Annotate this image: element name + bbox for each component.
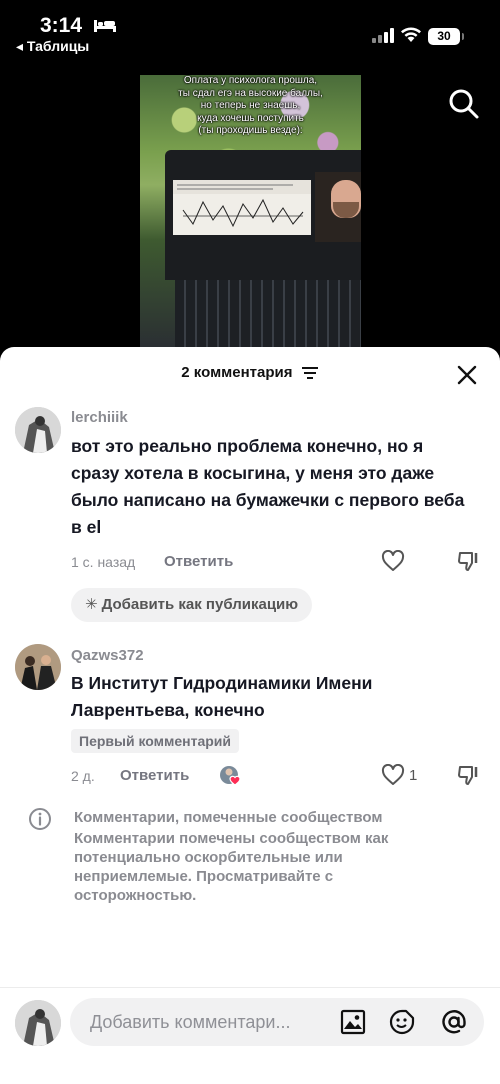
like-count: 1 (409, 767, 418, 784)
close-icon[interactable] (456, 364, 478, 386)
comment-input-container[interactable] (70, 998, 484, 1046)
back-to-app-link[interactable]: ◂ Таблицы (16, 38, 89, 55)
laptop-screen (173, 180, 311, 235)
cellular-signal-icon (372, 28, 394, 43)
comment-username[interactable]: Qazws372 (71, 647, 144, 664)
heart-icon[interactable] (381, 764, 405, 786)
add-as-post-label: Добавить как публикацию (101, 596, 299, 613)
status-bar: 3:14 ◂ Таблицы 30 (0, 0, 500, 60)
comments-count-title: 2 комментария (181, 364, 293, 381)
caption-line: Оплата у психолога прошла, (183, 75, 318, 86)
sparkle-icon: ✳ (85, 596, 98, 613)
caption-line: но теперь не знаешь, (200, 100, 301, 111)
info-icon[interactable] (28, 807, 52, 831)
comment-input[interactable] (90, 1010, 330, 1034)
avatar[interactable] (15, 407, 61, 453)
comment-time: 2 д. (71, 768, 95, 784)
creator-liked-icon (220, 766, 241, 786)
image-icon[interactable] (340, 1009, 366, 1035)
search-icon[interactable] (448, 88, 480, 120)
emoji-icon[interactable] (389, 1009, 415, 1035)
heart-icon[interactable] (381, 550, 405, 572)
reply-button[interactable]: Ответить (164, 553, 233, 570)
dislike-icon[interactable] (457, 764, 481, 786)
comments-header: 2 комментария (0, 364, 500, 381)
comment-username[interactable]: lerchiiik (71, 409, 128, 426)
caption-line: ты сдал егэ на высокие баллы, (178, 87, 323, 99)
my-avatar[interactable] (15, 1000, 61, 1046)
reply-button[interactable]: Ответить (120, 767, 189, 784)
comment-text: вот это реально проблема конечно, но я с… (71, 436, 465, 537)
sleep-focus-icon (94, 20, 116, 32)
add-as-post-button[interactable]: ✳ Добавить как публикацию (71, 588, 313, 622)
wifi-icon (401, 27, 421, 42)
comments-sheet: 2 комментария lerchiiik вот это реально … (0, 347, 500, 1084)
battery-tip (462, 33, 464, 40)
first-comment-badge: Первый комментарий (71, 729, 240, 753)
video-laptop (165, 150, 361, 280)
dislike-icon[interactable] (457, 550, 481, 572)
comment-text: В Институт Гидродинамики Имени Лаврентье… (71, 673, 373, 720)
caption-line: (ты проходишь везде): (198, 125, 303, 136)
video-preview[interactable]: Оплата у психолога прошла, ты сдал егэ н… (140, 75, 361, 350)
caption-line: куда хочешь поступить (197, 112, 304, 124)
laptop-keyboard (175, 280, 361, 350)
laptop-graph (173, 180, 311, 228)
avatar[interactable] (15, 644, 61, 690)
flagged-comments-description: Комментарии помечены сообществом как пот… (74, 830, 389, 904)
sort-filter-icon[interactable] (301, 366, 319, 380)
flagged-comments-title: Комментарии, помеченные сообществом (74, 809, 383, 826)
status-time: 3:14 (40, 14, 83, 37)
battery-indicator: 30 (428, 28, 460, 45)
mention-icon[interactable] (440, 1008, 468, 1036)
video-caption: Оплата у психолога прошла, ты сдал егэ н… (148, 75, 353, 138)
comment-input-bar (0, 987, 500, 1084)
comment-time: 1 с. назад (71, 554, 136, 570)
